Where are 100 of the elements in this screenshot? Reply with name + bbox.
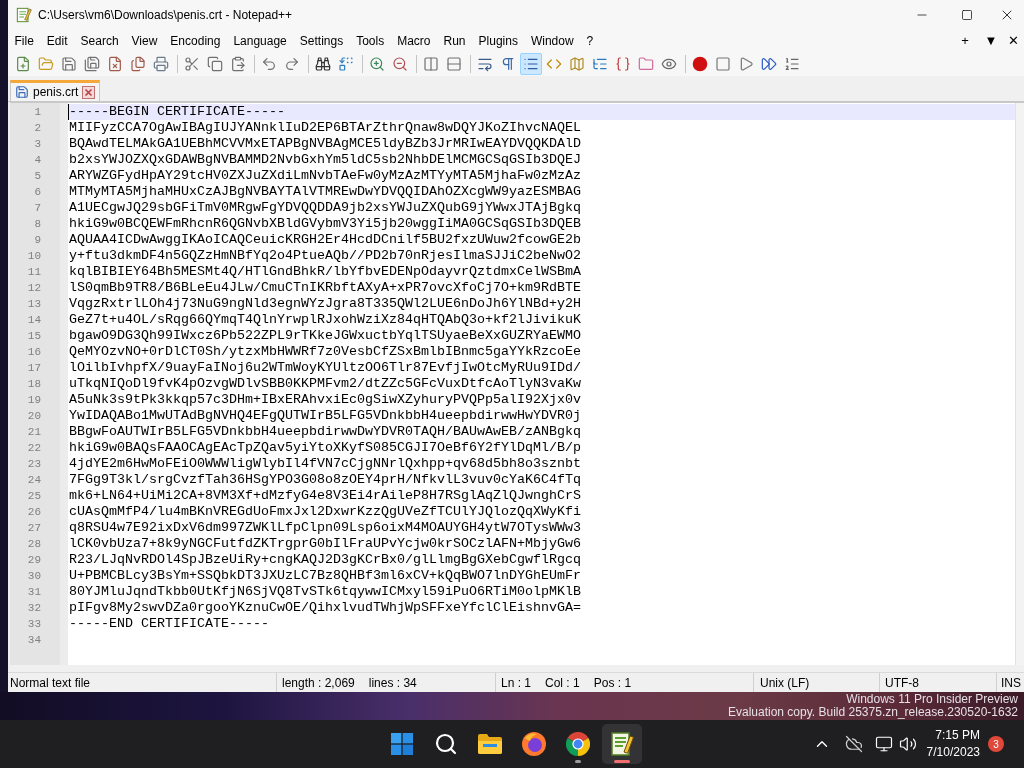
insert-mode-label: INS (1001, 675, 1021, 690)
code-line: YwIDAQABo1MwUTAdBgNVHQ4EFgQUTWIrB5LFG5VDnkbbH4ueepbdirwwHwYDVR0j (69, 408, 581, 424)
line-number: 11 (26, 265, 42, 280)
clock-time[interactable]: 7:15 PM (935, 727, 980, 744)
clock-date[interactable]: 7/10/2023 (926, 744, 980, 761)
text-caret (68, 104, 69, 120)
line-number: 25 (26, 489, 42, 504)
line-number: 28 (26, 537, 42, 552)
replace-icon (338, 55, 354, 72)
stop-icon (715, 55, 731, 72)
line-number: 22 (26, 441, 42, 456)
search-icon (434, 732, 458, 756)
notification-count[interactable]: 3 (988, 736, 1004, 752)
line-number: 6 (33, 185, 42, 200)
menu-item[interactable]: Language (226, 31, 294, 50)
fast-forward-icon (761, 55, 777, 72)
files-icon (130, 55, 146, 72)
menu-item[interactable]: Macro (390, 31, 437, 50)
line-number: 20 (26, 409, 42, 424)
redo-icon (284, 55, 300, 72)
line-number: 34 (26, 633, 42, 648)
column-position-label: Col : 1 (545, 675, 580, 690)
undo-icon (261, 55, 277, 72)
code-line: GeZ7t+u4OL/sRqg66QYmqT4QlnYrwplRJxohWziXz84qHTQAbQ3o+kf2lJivikuK (69, 312, 581, 328)
window-title: C:\Users\vm6\Downloads\penis.crt - Notepad++ (38, 8, 293, 22)
record-dot-icon (692, 55, 708, 72)
menu-item[interactable]: File (8, 31, 41, 50)
line-number: 7 (33, 201, 42, 216)
code-line: b2xsYWJOZXQxGDAWBgNVBAMMD2NvbGxhYm5ldC5sb2NhbDElMCMGCSqGSIb3DQEJ (69, 152, 581, 168)
line-number: 2 (33, 121, 42, 136)
code-line: lS0qmBb9TR8/B6BLeEu4JLw/CmuCTnIKRbftAXyA+xPR7ovcXfoCj7O+km9RdBTE (69, 280, 581, 296)
code-line: 4jdYE2m6HwMoFEiO0WWWligWlybIl4fVN7cCjgNNrlQxhpp+qv68d5bh8o3sznbt (69, 456, 581, 472)
line-number: 16 (26, 345, 42, 360)
notepad-icon (16, 7, 32, 23)
copy-icon (207, 55, 223, 72)
browser-icon (522, 732, 546, 756)
line-number: 29 (26, 553, 42, 568)
cloud-off-icon[interactable] (844, 735, 863, 753)
add-tab-button[interactable]: + (954, 33, 976, 48)
code-line: BBgwFoAUTWIrB5LFG5VDnkbbH4ueepbdirwwDwYDVR0TAQH/BAUwAwEB/zANBgkq (69, 424, 581, 440)
code-line: hkiG9w0BCQEWFmRhcnR6QGNvbXBldGVybmV3Yi5jb20wggIiMA0GCSqGSIb3DQEB (69, 216, 581, 232)
menu-item[interactable]: View (125, 31, 164, 50)
line-number: 9 (33, 233, 42, 248)
menu-item[interactable]: Run (437, 31, 473, 50)
line-number: 18 (26, 377, 42, 392)
code-line: BQAwdTELMAkGA1UEBhMCVVMxETAPBgNVBAgMCE5ldyBZb3JrMRIwEAYDVQQKDAlD (69, 136, 581, 152)
editor-button[interactable] (602, 724, 642, 764)
line-number: 12 (26, 281, 42, 296)
line-number: 24 (26, 473, 42, 488)
file-plus-icon (15, 55, 31, 72)
speaker-icon[interactable] (898, 735, 917, 753)
menu-item[interactable]: Encoding (163, 31, 227, 50)
code-line: lOilbIvhpfX/9uayFaINoj6u2WTmWoyKYUltzOO6Tlr87EvfjIwOtcMyRUu9IDd/ (69, 360, 581, 376)
code-line: q8RSU4w7E92ixDxV6dm997ZWKlLfpClpn09Lsp6oixM4MOAUYGH4ytW7OTysWWw3 (69, 520, 581, 536)
folder-icon (478, 734, 502, 754)
floppy-disks-icon (84, 55, 100, 72)
clipboard-icon (230, 55, 246, 72)
code-line: -----END CERTIFICATE----- (69, 616, 269, 632)
file-type-label: Normal text file (10, 675, 91, 690)
length-label: length : 2,069 (282, 675, 355, 690)
close-document-button[interactable]: ✕ (1002, 33, 1024, 48)
line-number: 13 (26, 297, 42, 312)
menu-item[interactable]: Settings (293, 31, 350, 50)
code-line: 7FGg9T3kl/srgCvzfTah36HSgYPO3G08o8zOEY4prH/NfkvlL3vuv0cYaK6C4fTq (69, 472, 581, 488)
indent-guide-button[interactable] (520, 52, 542, 75)
menu-item[interactable]: Tools (349, 31, 391, 50)
position-label: Pos : 1 (593, 675, 632, 690)
line-number: 17 (26, 361, 42, 376)
line-number: 1 (33, 105, 42, 120)
menu-item[interactable]: Plugins (472, 31, 525, 50)
line-number: 3 (33, 137, 42, 152)
file-tab[interactable]: penis.crt (10, 80, 101, 101)
code-line: MIIFyzCCA7OgAwIBAgIUJYANnklIuD2EP6BTArZthrQnaw8wDQYJKoZIhvcNAQEL (69, 120, 581, 136)
menu-item[interactable]: Search (74, 31, 126, 50)
file-x-icon (107, 55, 123, 72)
folder-icon (638, 55, 654, 72)
line-number: 26 (26, 505, 42, 520)
four-squares-icon (391, 733, 413, 755)
monitor-icon[interactable] (874, 735, 893, 753)
code-line: lCK0vbUza7+8k9yNGCFutfdZKTrgprG0bIlFraUPvYcjw0krSOCzlAFN+MbjyGw6 (69, 536, 581, 552)
code-line: VqgzRxtrlLOh4j73NuG9ngNld3egnWYzJgra8T335QWl2LUE6nDoJh6YlNBd+y2H (69, 296, 581, 312)
tab-list-button[interactable]: ▼ (980, 33, 1002, 48)
code-line: -----BEGIN CERTIFICATE----- (69, 104, 285, 120)
menu-item[interactable]: Edit (40, 31, 75, 50)
code-line: bgawO9DG3Qh99IWxcz6Pb522ZPL9rTKkeJGWxuctbYqlTSUyaeBeXxGUZRYaEWMO (69, 328, 581, 344)
code-line: MTMyMTA5MjhaMHUxCzAJBgNVBAYTAlVTMREwDwYDVQQIDAhOZXcgWW9yazESMBAG (69, 184, 581, 200)
code-line: QeMYOzvNO+0rDlCT0Sh/ytzxMbHWWRf7z0VesbCfZSxBmlbIBnmc5gaYYkRzcoEe (69, 344, 581, 360)
close-icon[interactable] (82, 85, 96, 99)
notepad-icon (610, 732, 634, 756)
line-number: 21 (26, 425, 42, 440)
code-line: ARYWZGFydHpAY29tcHV0ZXJuZXdiLmNvbTAeFw0yMzAzMTYyMTA5MjhaFw0zMzAz (69, 168, 581, 184)
menu-item[interactable]: Window (524, 31, 581, 50)
evaluation-notice: Windows 11 Pro Insider Preview (846, 693, 1018, 706)
line-number: 4 (33, 153, 42, 168)
menu-item[interactable]: ? (580, 31, 600, 50)
line-position-label: Ln : 1 (501, 675, 532, 690)
line-number: 30 (26, 569, 42, 584)
pilcrow-icon (500, 55, 516, 72)
code-line: AQUAA4ICDwAwggIKAoICAQCeuicKRGH2Er4HcdDCnilf5BU2fxzUWuw2fcowGE2b (69, 232, 581, 248)
browser-icon (566, 732, 590, 756)
